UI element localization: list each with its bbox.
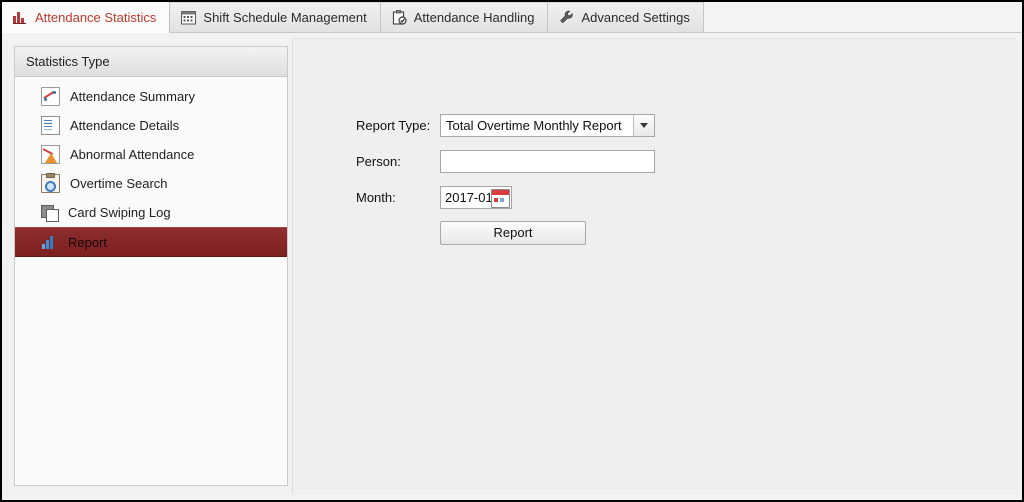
report-type-label: Report Type: [356, 117, 431, 133]
calendar-icon[interactable] [491, 188, 510, 208]
tab-label: Attendance Statistics [35, 9, 157, 25]
wrench-icon [559, 10, 574, 25]
person-label: Person: [356, 153, 401, 169]
calendar-icon [181, 10, 197, 25]
report-button-row: Report [440, 221, 655, 245]
person-row: Person: [356, 149, 655, 173]
person-input[interactable] [440, 149, 655, 173]
month-row: Month: 2017-01 [356, 185, 655, 209]
report-type-dropdown-button[interactable] [633, 114, 654, 136]
main-tab-bar: Attendance Statistics Shift Schedule Man… [2, 2, 1022, 33]
tab-label: Advanced Settings [581, 10, 690, 25]
tab-shift-schedule-management[interactable]: Shift Schedule Management [170, 2, 381, 32]
chevron-down-icon [640, 122, 648, 128]
sidebar-list: Attendance Summary Attendance Details Ab… [15, 77, 287, 257]
sidebar-item-abnormal-attendance[interactable]: Abnormal Attendance [15, 140, 287, 169]
report-type-row: Report Type: Total Overtime Monthly Repo… [356, 113, 655, 137]
sidebar-item-attendance-summary[interactable]: Attendance Summary [15, 82, 287, 111]
tab-attendance-statistics[interactable]: Attendance Statistics [2, 2, 171, 33]
chart-line-icon [41, 87, 60, 106]
bar-chart-blue-icon [41, 234, 58, 251]
bar-chart-icon [13, 10, 28, 25]
sidebar-item-label: Overtime Search [70, 176, 168, 191]
report-content-panel: Report Type: Total Overtime Monthly Repo… [292, 38, 1016, 494]
attendance-statistics-window: Attendance Statistics Shift Schedule Man… [0, 0, 1024, 502]
report-form: Report Type: Total Overtime Monthly Repo… [356, 113, 655, 257]
sidebar-item-label: Abnormal Attendance [70, 147, 195, 162]
month-label: Month: [356, 189, 396, 205]
report-type-select[interactable]: Total Overtime Monthly Report [440, 113, 655, 137]
tab-advanced-settings[interactable]: Advanced Settings [548, 2, 704, 32]
tab-label: Attendance Handling [413, 10, 535, 25]
month-value: 2017-01 [445, 189, 493, 205]
sidebar-item-attendance-details[interactable]: Attendance Details [15, 111, 287, 140]
sidebar-item-label: Report [68, 234, 108, 250]
tab-label: Shift Schedule Management [203, 10, 367, 25]
card-stack-icon [41, 204, 59, 222]
sidebar-item-label: Attendance Summary [70, 89, 196, 104]
report-button[interactable]: Report [440, 221, 586, 245]
warning-triangle-icon [41, 145, 60, 164]
tab-attendance-handling[interactable]: Attendance Handling [380, 2, 549, 32]
sidebar-header: Statistics Type [15, 47, 287, 77]
sidebar-item-label: Card Swiping Log [68, 205, 171, 220]
tab-bar-filler [703, 2, 1022, 32]
report-type-value: Total Overtime Monthly Report [446, 117, 622, 133]
sidebar-item-card-swiping-log[interactable]: Card Swiping Log [15, 198, 287, 227]
month-input[interactable]: 2017-01 [440, 185, 512, 209]
document-list-icon [41, 114, 62, 135]
sidebar-item-label: Attendance Details [70, 118, 180, 133]
clipboard-search-icon [41, 173, 60, 193]
sidebar-item-overtime-search[interactable]: Overtime Search [15, 169, 287, 198]
sidebar-item-report[interactable]: Report [15, 227, 287, 257]
clipboard-check-icon [392, 10, 407, 25]
statistics-type-panel: Statistics Type Attendance Summary Atten… [14, 46, 288, 486]
